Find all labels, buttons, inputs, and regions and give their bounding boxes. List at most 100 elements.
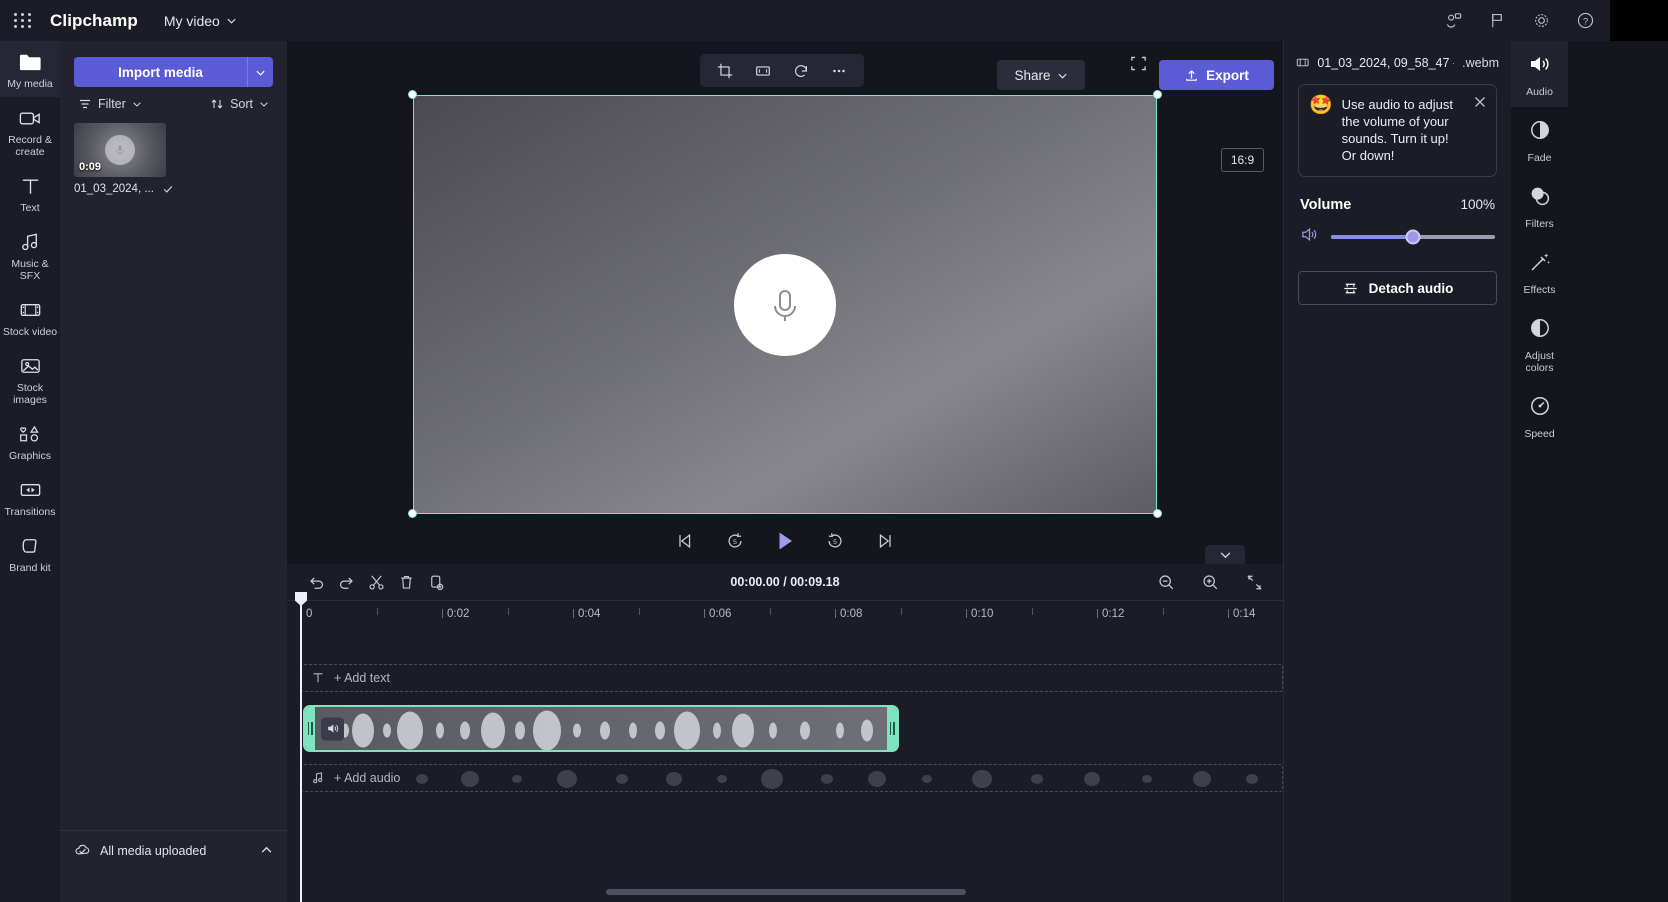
fit-timeline-button[interactable] bbox=[1239, 568, 1269, 596]
folder-icon bbox=[18, 50, 43, 74]
import-media-button[interactable]: Import media bbox=[74, 57, 247, 87]
tab-filters[interactable]: Filters bbox=[1511, 173, 1568, 239]
video-camera-icon bbox=[18, 106, 43, 130]
aspect-ratio-badge[interactable]: 16:9 bbox=[1221, 148, 1264, 172]
play-button[interactable] bbox=[770, 526, 800, 556]
clip-mute-toggle[interactable] bbox=[321, 717, 344, 740]
zoom-out-button[interactable] bbox=[1151, 568, 1181, 596]
crop-icon[interactable] bbox=[711, 58, 739, 84]
fullscreen-icon[interactable] bbox=[1124, 49, 1152, 77]
add-text-label: + Add text bbox=[334, 671, 390, 685]
share-button[interactable]: Share bbox=[997, 60, 1085, 90]
svg-text:5: 5 bbox=[833, 539, 837, 546]
sort-label: Sort bbox=[230, 97, 253, 111]
shapes-icon bbox=[18, 422, 43, 446]
filter-button[interactable]: Filter bbox=[78, 97, 142, 111]
media-item[interactable]: 0:09 01_03_2024, ... bbox=[60, 111, 287, 195]
volume-slider[interactable] bbox=[1331, 229, 1495, 245]
detach-audio-button[interactable]: Detach audio bbox=[1298, 271, 1497, 305]
export-button[interactable]: Export bbox=[1159, 60, 1274, 90]
media-thumbnail[interactable]: 0:09 bbox=[74, 123, 166, 177]
text-track[interactable]: + Add text bbox=[301, 664, 1283, 692]
zoom-in-button[interactable] bbox=[1195, 568, 1225, 596]
clip-trim-handle-right[interactable] bbox=[887, 707, 897, 750]
volume-slider-row bbox=[1284, 213, 1511, 249]
sidebar-item-record-create[interactable]: Record & create bbox=[0, 97, 60, 165]
sidebar-item-stock-images[interactable]: Stock images bbox=[0, 345, 60, 413]
rotate-icon[interactable] bbox=[787, 58, 815, 84]
svg-text:?: ? bbox=[1582, 16, 1587, 27]
canvas-handle-tl[interactable] bbox=[408, 90, 417, 99]
sidebar-item-label: Stock images bbox=[13, 382, 47, 406]
avatar[interactable] bbox=[1610, 0, 1668, 41]
filters-icon bbox=[1528, 184, 1552, 213]
audio-track[interactable]: + Add audio bbox=[301, 764, 1283, 792]
media-name: 01_03_2024, ... bbox=[74, 183, 154, 195]
app-launcher-icon[interactable] bbox=[0, 0, 46, 41]
tab-speed[interactable]: Speed bbox=[1511, 383, 1568, 449]
media-upload-status[interactable]: All media uploaded bbox=[60, 830, 287, 870]
flag-feedback-icon[interactable] bbox=[1486, 10, 1508, 32]
collapse-preview-button[interactable] bbox=[1205, 545, 1245, 564]
checkmark-icon bbox=[163, 186, 173, 193]
canvas-handle-bl[interactable] bbox=[408, 509, 417, 518]
tip-text: Use audio to adjust the volume of your s… bbox=[1341, 97, 1453, 163]
skip-to-start-button[interactable] bbox=[670, 526, 700, 556]
video-canvas[interactable] bbox=[413, 95, 1157, 514]
more-options-icon[interactable] bbox=[825, 58, 853, 84]
timeline-scrollbar-thumb[interactable] bbox=[606, 889, 966, 895]
sidebar-item-label: Record & create bbox=[8, 134, 52, 158]
tab-adjust-colors[interactable]: Adjust colors bbox=[1511, 305, 1568, 383]
tab-effects[interactable]: Effects bbox=[1511, 239, 1568, 305]
timeline-clip[interactable] bbox=[303, 705, 899, 752]
rewind-5s-button[interactable]: 5 bbox=[720, 526, 750, 556]
duplicate-button[interactable] bbox=[421, 568, 451, 596]
sidebar-item-my-media[interactable]: My media bbox=[0, 41, 60, 97]
tab-fade[interactable]: Fade bbox=[1511, 107, 1568, 173]
adjust-colors-icon bbox=[1528, 316, 1552, 345]
fade-icon bbox=[1528, 118, 1552, 147]
sidebar-item-label: Text bbox=[20, 202, 40, 214]
sidebar-item-graphics[interactable]: Graphics bbox=[0, 413, 60, 469]
redo-button[interactable] bbox=[331, 568, 361, 596]
share-people-icon[interactable] bbox=[1442, 10, 1464, 32]
project-name-dropdown[interactable]: My video bbox=[164, 13, 237, 29]
help-icon[interactable]: ? bbox=[1574, 10, 1596, 32]
brand-logo: Clipchamp bbox=[50, 10, 138, 30]
sidebar-item-label: Music & SFX bbox=[11, 258, 49, 282]
sidebar-item-brand-kit[interactable]: Brand kit bbox=[0, 525, 60, 581]
sidebar-item-transitions[interactable]: Transitions bbox=[0, 469, 60, 525]
skip-to-end-button[interactable] bbox=[870, 526, 900, 556]
canvas-handle-br[interactable] bbox=[1153, 509, 1162, 518]
import-media-group: Import media bbox=[60, 41, 287, 87]
tab-audio[interactable]: Audio bbox=[1511, 41, 1568, 107]
media-panel: Import media Filter Sort 0:09 01_03_2024… bbox=[60, 41, 287, 902]
sidebar-item-label: Graphics bbox=[8, 450, 51, 462]
sidebar-item-stock-video[interactable]: Stock video bbox=[0, 289, 60, 345]
sort-button[interactable]: Sort bbox=[210, 97, 269, 111]
clip-waveform bbox=[315, 707, 887, 750]
clip-trim-handle-left[interactable] bbox=[305, 707, 315, 750]
close-icon[interactable] bbox=[1473, 95, 1487, 114]
timeline-ruler[interactable]: 0 0:02 0:04 0:06 0:08 0:10 0:12 0:14 bbox=[287, 600, 1283, 630]
gear-settings-icon[interactable] bbox=[1530, 10, 1552, 32]
delete-button[interactable] bbox=[391, 568, 421, 596]
sidebar-item-label: Brand kit bbox=[9, 562, 51, 574]
sidebar-item-text[interactable]: Text bbox=[0, 165, 60, 221]
right-sidebar: Audio Fade Filters Effects Adjust colors… bbox=[1511, 41, 1568, 902]
sidebar-item-music-sfx[interactable]: Music & SFX bbox=[0, 221, 60, 289]
split-button[interactable] bbox=[361, 568, 391, 596]
volume-slider-knob[interactable] bbox=[1405, 229, 1421, 245]
header-actions: ? bbox=[1442, 10, 1610, 32]
fit-icon[interactable] bbox=[749, 58, 777, 84]
undo-button[interactable] bbox=[301, 568, 331, 596]
export-label: Export bbox=[1206, 67, 1249, 83]
playhead[interactable] bbox=[300, 594, 302, 902]
current-time: 00:00.00 bbox=[730, 575, 780, 589]
timeline-scrollbar[interactable] bbox=[301, 889, 1283, 895]
import-media-dropdown[interactable] bbox=[247, 57, 273, 87]
canvas-handle-tr[interactable] bbox=[1153, 90, 1162, 99]
chevron-up-icon[interactable] bbox=[260, 844, 273, 857]
app-header: Clipchamp My video ? bbox=[0, 0, 1668, 41]
forward-5s-button[interactable]: 5 bbox=[820, 526, 850, 556]
